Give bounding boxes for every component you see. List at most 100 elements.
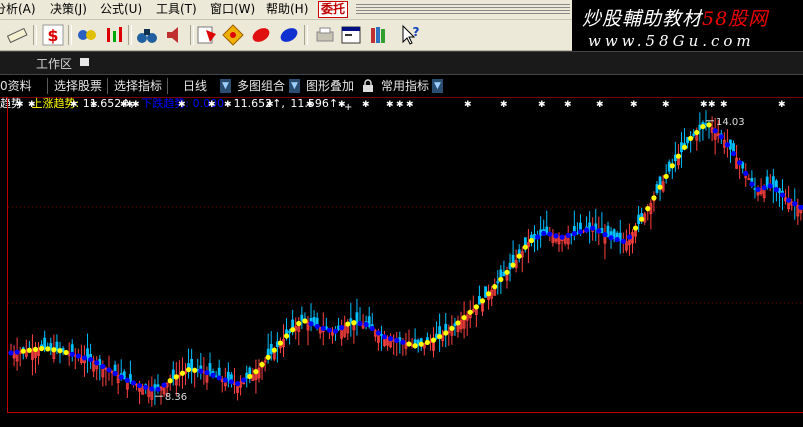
menu-tools[interactable]: 工具(T) [156, 2, 197, 17]
uptrend-dot [412, 343, 418, 349]
uptrend-dot [192, 367, 198, 373]
signal-star-marker: ✱ [306, 100, 314, 110]
uptrend-dot [688, 135, 694, 141]
uptrend-dot [265, 354, 271, 360]
uptrend-dot [51, 347, 57, 353]
uptrend-dot [455, 320, 461, 326]
uptrend-dot [277, 340, 284, 346]
chevron-down-icon[interactable]: ▼ [432, 79, 443, 93]
candle-body [380, 334, 383, 336]
candle-body [355, 312, 359, 324]
diamond-icon[interactable] [222, 24, 244, 46]
sync-icon[interactable] [76, 24, 98, 46]
signal-star-marker: ✱ [178, 100, 186, 110]
lock-icon[interactable] [362, 79, 374, 93]
downtrend-dot [222, 377, 228, 383]
menu-help[interactable]: 帮助(H) [266, 2, 308, 17]
uptrend-dot [675, 153, 682, 159]
downtrend-dot [124, 377, 130, 383]
bars-icon[interactable] [104, 24, 126, 46]
uptrend-dot [651, 195, 657, 201]
downtrend-dot [620, 238, 626, 244]
uptrend-dot [253, 369, 259, 375]
select-stock-button[interactable]: 选择股票 [54, 76, 102, 96]
function-bar: 0资料 选择股票 选择指标 日线 ▼ 多图组合 ▼ 图形叠加 常用指标 ▼ [0, 76, 803, 98]
uptrend-dot [296, 320, 302, 327]
downtrend-dot [577, 229, 584, 235]
ruler-icon[interactable] [6, 24, 28, 46]
help-icon[interactable]: ? [400, 24, 422, 46]
downtrend-dot [88, 357, 94, 363]
menu-decision[interactable]: 决策(J) [50, 2, 87, 17]
dropdown-arrow-icon[interactable] [80, 58, 89, 66]
downtrend-dot [737, 160, 743, 166]
uptrend-dot [528, 237, 535, 244]
signal-star-marker: ✱ [500, 100, 508, 110]
downtrend-dot [118, 374, 124, 380]
uptrend-dot [173, 374, 179, 380]
downtrend-dot [749, 181, 755, 187]
uptrend-dot [20, 348, 26, 354]
uptrend-dot [663, 173, 669, 180]
uptrend-dot [437, 333, 443, 340]
common-indicators-button[interactable]: 常用指标 [381, 76, 429, 96]
multi-chart-button[interactable]: 多图组合 [237, 76, 285, 96]
stock-info-button[interactable]: 0资料 [0, 76, 32, 96]
period-dropdown[interactable]: 日线 [183, 76, 207, 96]
blue-ellipse-icon[interactable] [278, 24, 300, 46]
signal-star-marker: ✱ [132, 100, 140, 110]
window-icon[interactable] [340, 24, 362, 46]
watermark-url: www.58Gu.com [588, 32, 755, 50]
chevron-down-icon[interactable]: ▼ [289, 79, 300, 93]
uptrend-dot [45, 346, 51, 352]
uptrend-dot [516, 253, 522, 259]
red-ellipse-icon[interactable] [250, 24, 272, 46]
chevron-down-icon[interactable]: ▼ [220, 79, 231, 93]
downtrend-dot [94, 360, 100, 366]
candle-body [269, 343, 273, 355]
menu-analysis[interactable]: 分析(A) [0, 2, 36, 17]
signal-star-marker: ✱ [224, 100, 232, 110]
downtrend-dot [149, 386, 155, 392]
uptrend-dot [706, 122, 712, 128]
downtrend-dot [8, 350, 14, 356]
uptrend-dot [461, 314, 467, 321]
overlay-button[interactable]: 图形叠加 [306, 76, 354, 96]
downtrend-dot [69, 351, 75, 357]
workspace-bar: 工作区 [0, 51, 803, 75]
uptrend-dot [632, 225, 639, 231]
downtrend-dot [724, 142, 731, 148]
books-icon[interactable] [368, 24, 390, 46]
downtrend-dot [320, 325, 326, 332]
downtrend-dot [106, 367, 112, 373]
menu-trade[interactable]: 委托 [318, 1, 349, 18]
downtrend-dot [326, 327, 332, 333]
downtrend-dot [534, 234, 541, 240]
downtrend-dot [155, 386, 161, 392]
print-icon[interactable] [314, 24, 336, 46]
price-chart[interactable]: ✱ ✱ ✱ ✱ ✱ ✱ ✱ ✱ ✱ ✱ ✱ ✱ ✱ ✱ ✱ ✱ ✱ ✱ ✱ ✱ ✱ ✱ ✱ ✱ ✱ ✱ ✱ ✱ +14.03 8.36 [7, 97, 803, 413]
uptrend-dot [406, 341, 412, 347]
downtrend-dot [369, 325, 375, 332]
candle-body [43, 337, 47, 349]
binoculars-icon[interactable] [136, 24, 158, 46]
downtrend-dot [608, 235, 614, 241]
low-price-label: 8.36 [165, 392, 187, 403]
downtrend-dot [112, 370, 118, 377]
workspace-label[interactable]: 工作区 [36, 55, 72, 72]
downtrend-dot [571, 230, 577, 237]
select-indicator-button[interactable]: 选择指标 [114, 76, 162, 96]
speaker-icon[interactable] [164, 24, 186, 46]
menu-window[interactable]: 窗口(W) [210, 2, 255, 17]
stock-icon[interactable] [196, 24, 218, 46]
menu-formula[interactable]: 公式(U) [100, 2, 142, 17]
dollar-icon[interactable]: $ [42, 24, 64, 46]
uptrend-dot [247, 373, 253, 380]
uptrend-dot [26, 347, 32, 353]
signal-star-marker: ✱ [464, 100, 472, 110]
uptrend-dot [504, 269, 510, 275]
downtrend-dot [547, 231, 553, 237]
uptrend-dot [498, 276, 504, 283]
uptrend-dot [510, 262, 516, 268]
candle-body [288, 330, 292, 334]
